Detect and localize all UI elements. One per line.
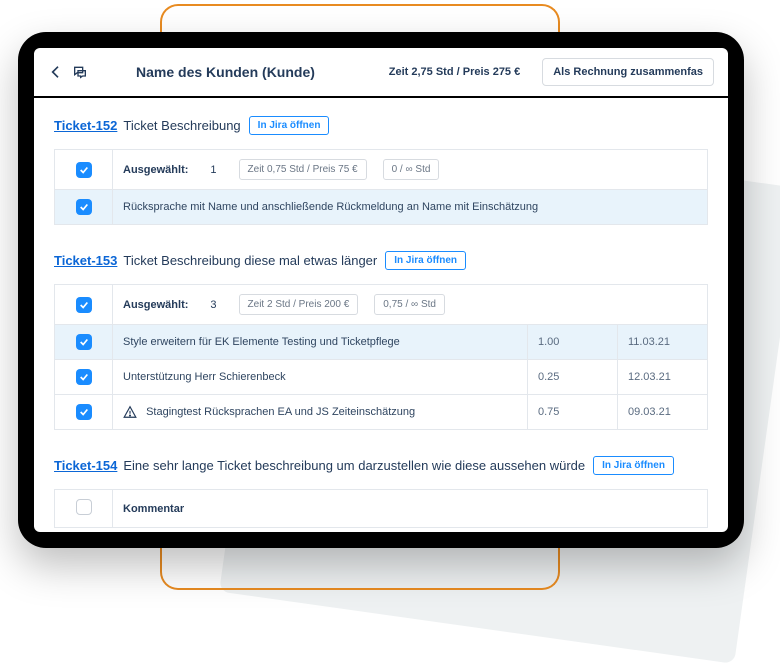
header-bar: Name des Kunden (Kunde) Zeit 2,75 Std / …	[34, 48, 728, 98]
ticket-link[interactable]: Ticket-152	[54, 118, 117, 133]
table-summary-row: Ausgewählt: 3 Zeit 2 Std / Preis 200 € 0…	[55, 285, 708, 325]
header-time-price: Zeit 2,75 Std / Preis 275 €	[389, 66, 520, 78]
ticket-table: Ausgewählt: 1 Zeit 0,75 Std / Preis 75 €…	[54, 149, 708, 225]
table-row[interactable]: Rücksprache mit Name und anschließende R…	[55, 190, 708, 225]
checkbox-icon[interactable]	[76, 162, 92, 178]
invoice-summary-button[interactable]: Als Rechnung zusammenfas	[542, 58, 714, 86]
page-title: Name des Kunden (Kunde)	[136, 64, 315, 80]
hours-pill: 0 / ∞ Std	[383, 159, 440, 180]
row-description: Stagingtest Rücksprachen EA und JS Zeite…	[146, 406, 415, 418]
table-row[interactable]: Style erweitern für EK Elemente Testing …	[55, 325, 708, 360]
tablet-frame: Name des Kunden (Kunde) Zeit 2,75 Std / …	[18, 32, 744, 548]
ticket-link[interactable]: Ticket-153	[54, 253, 117, 268]
comment-label: Kommentar	[123, 503, 184, 515]
ticket-link[interactable]: Ticket-154	[54, 458, 117, 473]
content-area: Ticket-152 Ticket Beschreibung In Jira ö…	[34, 98, 728, 532]
checkbox-icon[interactable]	[76, 334, 92, 350]
checkbox-icon[interactable]	[76, 297, 92, 313]
ticket-table: Ausgewählt: 3 Zeit 2 Std / Preis 200 € 0…	[54, 284, 708, 430]
row-description: Style erweitern für EK Elemente Testing …	[113, 325, 528, 360]
row-date: 09.03.21	[618, 395, 708, 430]
back-icon[interactable]	[48, 64, 64, 80]
row-hours: 0.75	[528, 395, 618, 430]
open-in-jira-button[interactable]: In Jira öffnen	[249, 116, 330, 135]
selected-label: Ausgewählt:	[123, 164, 188, 176]
ticket-block: Ticket-153 Ticket Beschreibung diese mal…	[54, 251, 708, 430]
selected-count: 1	[204, 164, 222, 176]
open-in-jira-button[interactable]: In Jira öffnen	[385, 251, 466, 270]
time-price-pill: Zeit 2 Std / Preis 200 €	[239, 294, 359, 315]
row-date: 12.03.21	[618, 360, 708, 395]
row-hours: 1.00	[528, 325, 618, 360]
selected-count: 3	[204, 299, 222, 311]
checkbox-icon[interactable]	[76, 199, 92, 215]
table-summary-row: Kommentar	[55, 490, 708, 528]
ticket-description: Ticket Beschreibung	[123, 118, 240, 133]
app-screen: Name des Kunden (Kunde) Zeit 2,75 Std / …	[34, 48, 728, 532]
table-summary-row: Ausgewählt: 1 Zeit 0,75 Std / Preis 75 €…	[55, 150, 708, 190]
ticket-block: Ticket-152 Ticket Beschreibung In Jira ö…	[54, 116, 708, 225]
time-price-pill: Zeit 0,75 Std / Preis 75 €	[239, 159, 367, 180]
open-in-jira-button[interactable]: In Jira öffnen	[593, 456, 674, 475]
checkbox-icon[interactable]	[76, 369, 92, 385]
ticket-table: Kommentar	[54, 489, 708, 528]
ticket-description: Ticket Beschreibung diese mal etwas läng…	[123, 253, 377, 268]
hours-pill: 0,75 / ∞ Std	[374, 294, 445, 315]
row-hours: 0.25	[528, 360, 618, 395]
checkbox-icon[interactable]	[76, 499, 92, 515]
ticket-block: Ticket-154 Eine sehr lange Ticket beschr…	[54, 456, 708, 528]
row-description: Unterstützung Herr Schierenbeck	[113, 360, 528, 395]
selected-label: Ausgewählt:	[123, 299, 188, 311]
row-date: 11.03.21	[618, 325, 708, 360]
row-description: Rücksprache mit Name und anschließende R…	[113, 190, 708, 225]
table-row[interactable]: Stagingtest Rücksprachen EA und JS Zeite…	[55, 395, 708, 430]
table-row[interactable]: Unterstützung Herr Schierenbeck 0.25 12.…	[55, 360, 708, 395]
checkbox-icon[interactable]	[76, 404, 92, 420]
chat-icon[interactable]	[72, 64, 88, 80]
ticket-description: Eine sehr lange Ticket beschreibung um d…	[123, 458, 585, 473]
warning-icon	[123, 405, 137, 419]
